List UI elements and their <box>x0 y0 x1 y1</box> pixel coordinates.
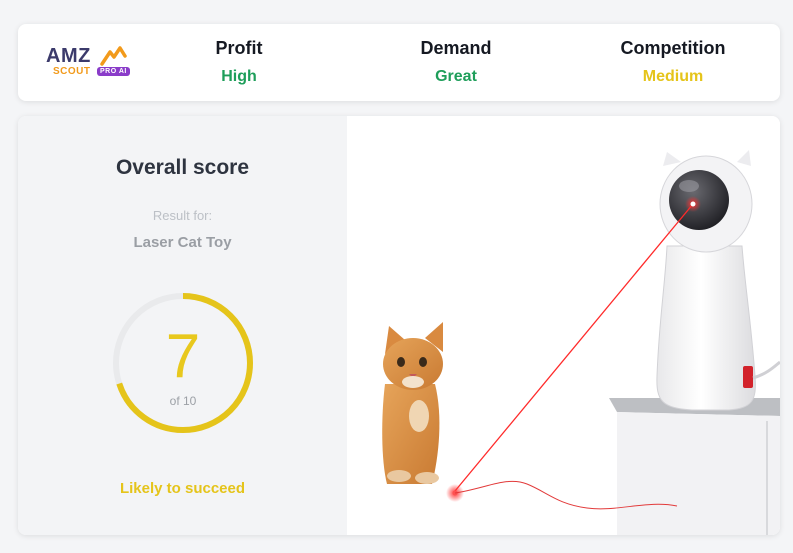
metric-value: Medium <box>642 68 704 85</box>
product-photo <box>347 116 780 535</box>
score-value: 7 <box>165 322 201 391</box>
metric-label: Profit <box>215 38 263 58</box>
metric-competition: Competition Medium <box>593 38 753 86</box>
metrics-bar: AMZ SCOUT PRO AI Profit High Demand Grea… <box>18 24 780 101</box>
kitten <box>382 322 443 484</box>
score-title: Overall score <box>115 156 250 179</box>
metric-demand: Demand Great <box>376 38 536 86</box>
logo-badge-pro-ai: PRO AI <box>97 67 130 76</box>
amzscout-logo: AMZ SCOUT PRO AI <box>46 44 138 82</box>
logo-text-amz: AMZ <box>46 45 91 67</box>
score-card: Overall score Result for: Laser Cat Toy … <box>18 116 780 535</box>
logo-text-scout: SCOUT <box>53 66 91 77</box>
metric-value: High <box>221 68 257 85</box>
score-panel: Overall score Result for: Laser Cat Toy … <box>18 116 347 535</box>
logo-house-icon <box>100 46 127 66</box>
cabinet <box>609 398 780 535</box>
laser-toy-device <box>656 150 780 411</box>
metric-profit: Profit High <box>159 38 319 86</box>
score-max: of 10 <box>169 394 197 408</box>
metric-label: Competition <box>620 38 726 58</box>
product-name: Laser Cat Toy <box>133 234 232 251</box>
result-for-label: Result for: <box>152 208 213 223</box>
metric-value: Great <box>435 68 477 85</box>
metric-label: Demand <box>420 38 492 58</box>
verdict-text: Likely to succeed <box>119 480 246 497</box>
